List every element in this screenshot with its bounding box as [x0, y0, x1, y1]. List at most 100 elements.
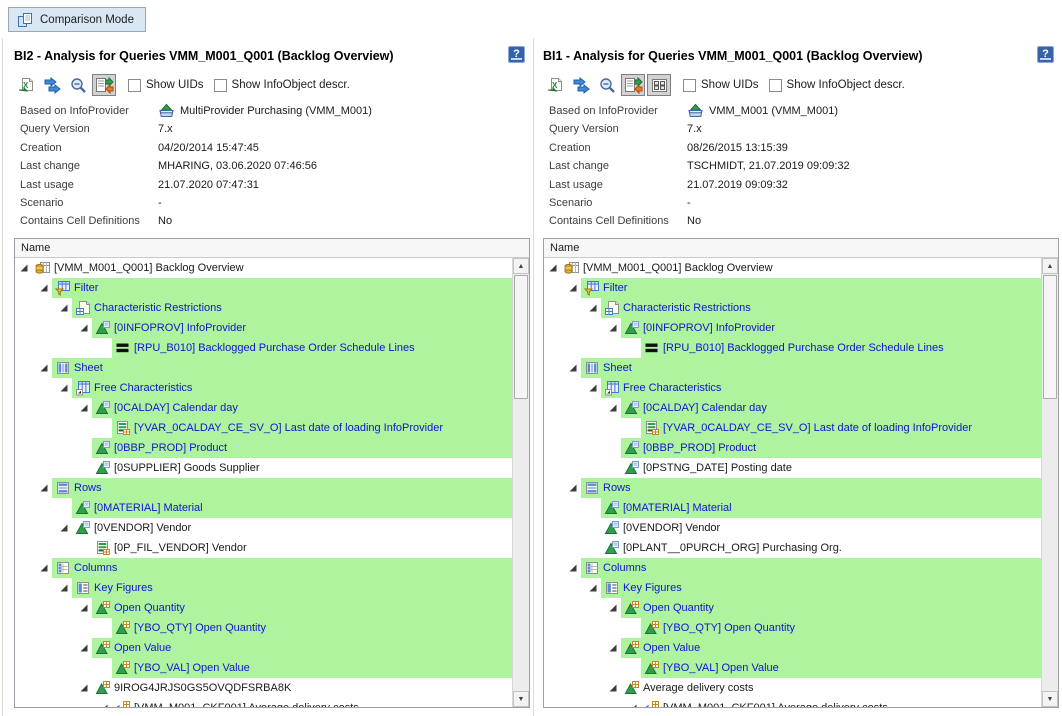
expander-icon[interactable]	[568, 363, 578, 373]
checkbox-box[interactable]	[128, 79, 141, 92]
tree-row[interactable]: Key Figures	[544, 578, 1041, 598]
tree-row[interactable]: Open Value	[15, 638, 512, 658]
vertical-scrollbar[interactable]: ▲ ▼	[512, 258, 529, 707]
tree-row[interactable]: fx[VMM_M001_CKF001] Average delivery cos…	[15, 698, 512, 707]
expander-icon[interactable]	[79, 603, 89, 613]
expander-icon[interactable]	[19, 263, 29, 273]
expander-icon[interactable]	[39, 563, 49, 573]
tree-row[interactable]: Columns	[544, 558, 1041, 578]
tree-row[interactable]: [0PSTNG_DATE] Posting date	[544, 458, 1041, 478]
tree-row[interactable]: fx[VMM_M001_CKF001] Average delivery cos…	[544, 698, 1041, 707]
tree-row[interactable]: [RPU_B010] Backlogged Purchase Order Sch…	[15, 338, 512, 358]
expander-icon[interactable]	[568, 563, 578, 573]
tree-row[interactable]: [0INFOPROV] InfoProvider	[15, 318, 512, 338]
scrollbar-thumb[interactable]	[1043, 275, 1057, 399]
checkbox-box[interactable]	[683, 79, 696, 92]
transfer-arrows-button[interactable]	[40, 74, 64, 96]
export-excel-button[interactable]: X	[14, 74, 38, 96]
tree-row[interactable]: Columns	[15, 558, 512, 578]
expander-icon[interactable]	[608, 643, 618, 653]
expander-icon[interactable]	[79, 683, 89, 693]
tree-row[interactable]: Characteristic Restrictions	[544, 298, 1041, 318]
compare-documents-button[interactable]	[621, 74, 645, 96]
tree-row[interactable]: Rows	[15, 478, 512, 498]
comparison-mode-button[interactable]: Comparison Mode	[8, 7, 146, 32]
tree-row[interactable]: Key Figures	[15, 578, 512, 598]
tree-row[interactable]: [0BBP_PROD] Product	[544, 438, 1041, 458]
show-uids-checkbox[interactable]: Show UIDs	[683, 79, 759, 92]
scrollbar-thumb[interactable]	[514, 275, 528, 399]
expander-icon[interactable]	[628, 703, 638, 707]
show-infoobject-checkbox[interactable]: Show InfoObject descr.	[214, 79, 350, 92]
search-zoom-button[interactable]	[66, 74, 90, 96]
expander-icon[interactable]	[59, 383, 69, 393]
tree-row[interactable]: Open Value	[544, 638, 1041, 658]
tree-row[interactable]: Free Characteristics	[15, 378, 512, 398]
tree-row[interactable]: [0PLANT__0PURCH_ORG] Purchasing Org.	[544, 538, 1041, 558]
compare-documents-button[interactable]	[92, 74, 116, 96]
tree-row[interactable]: [VMM_M001_Q001] Backlog Overview	[15, 258, 512, 278]
tree-row[interactable]: [0VENDOR] Vendor	[544, 518, 1041, 538]
tree-row[interactable]: [0SUPPLIER] Goods Supplier	[15, 458, 512, 478]
tree-row[interactable]: [0MATERIAL] Material	[15, 498, 512, 518]
help-icon[interactable]: ?	[1037, 46, 1054, 63]
scroll-down-button[interactable]: ▼	[1042, 691, 1058, 707]
tree-row[interactable]: Sheet	[544, 358, 1041, 378]
expander-icon[interactable]	[568, 483, 578, 493]
expander-icon[interactable]	[588, 383, 598, 393]
tree-row[interactable]: [VMM_M001_Q001] Backlog Overview	[544, 258, 1041, 278]
expander-icon[interactable]	[39, 363, 49, 373]
tree-row[interactable]: [0P_FIL_VENDOR] Vendor	[15, 538, 512, 558]
tree-row[interactable]: [YBO_QTY] Open Quantity	[15, 618, 512, 638]
expander-icon[interactable]	[608, 603, 618, 613]
tree-row[interactable]: [YBO_VAL] Open Value	[15, 658, 512, 678]
tree-row[interactable]: Characteristic Restrictions	[15, 298, 512, 318]
export-excel-button[interactable]: X	[543, 74, 567, 96]
show-infoobject-checkbox[interactable]: Show InfoObject descr.	[769, 79, 905, 92]
checkbox-box[interactable]	[769, 79, 782, 92]
expander-icon[interactable]	[59, 523, 69, 533]
scroll-down-button[interactable]: ▼	[513, 691, 529, 707]
tree-row[interactable]: Open Quantity	[544, 598, 1041, 618]
expander-icon[interactable]	[608, 403, 618, 413]
tree-row[interactable]: [0BBP_PROD] Product	[15, 438, 512, 458]
tree-row[interactable]: Sheet	[15, 358, 512, 378]
transfer-arrows-button[interactable]	[569, 74, 593, 96]
expander-icon[interactable]	[608, 683, 618, 693]
tree-row[interactable]: [YVAR_0CALDAY_CE_SV_O] Last date of load…	[544, 418, 1041, 438]
expander-icon[interactable]	[79, 643, 89, 653]
tree-row[interactable]: [YBO_VAL] Open Value	[544, 658, 1041, 678]
expander-icon[interactable]	[39, 483, 49, 493]
tree-row[interactable]: Open Quantity	[15, 598, 512, 618]
tree-row[interactable]: [0MATERIAL] Material	[544, 498, 1041, 518]
tree-row[interactable]: Free Characteristics	[544, 378, 1041, 398]
tree-row[interactable]: [RPU_B010] Backlogged Purchase Order Sch…	[544, 338, 1041, 358]
search-zoom-button[interactable]	[595, 74, 619, 96]
tree-row[interactable]: 9IROG4JRJS0GS5OVQDFSRBA8K	[15, 678, 512, 698]
expander-icon[interactable]	[588, 303, 598, 313]
expander-icon[interactable]	[548, 263, 558, 273]
expander-icon[interactable]	[79, 323, 89, 333]
split-columns-button[interactable]	[647, 74, 671, 96]
tree-row[interactable]: Rows	[544, 478, 1041, 498]
show-uids-checkbox[interactable]: Show UIDs	[128, 79, 204, 92]
tree-row[interactable]: [0VENDOR] Vendor	[15, 518, 512, 538]
tree-row[interactable]: [0CALDAY] Calendar day	[15, 398, 512, 418]
checkbox-box[interactable]	[214, 79, 227, 92]
expander-icon[interactable]	[79, 403, 89, 413]
tree-row[interactable]: [YVAR_0CALDAY_CE_SV_O] Last date of load…	[15, 418, 512, 438]
tree-row[interactable]: Average delivery costs	[544, 678, 1041, 698]
scroll-up-button[interactable]: ▲	[513, 258, 529, 274]
expander-icon[interactable]	[59, 303, 69, 313]
help-icon[interactable]: ?	[508, 46, 525, 63]
tree-row[interactable]: Filter	[544, 278, 1041, 298]
expander-icon[interactable]	[568, 283, 578, 293]
expander-icon[interactable]	[588, 583, 598, 593]
tree-row[interactable]: [0CALDAY] Calendar day	[544, 398, 1041, 418]
vertical-scrollbar[interactable]: ▲ ▼	[1041, 258, 1058, 707]
expander-icon[interactable]	[99, 703, 109, 707]
expander-icon[interactable]	[59, 583, 69, 593]
expander-icon[interactable]	[39, 283, 49, 293]
scroll-up-button[interactable]: ▲	[1042, 258, 1058, 274]
tree-row[interactable]: [YBO_QTY] Open Quantity	[544, 618, 1041, 638]
